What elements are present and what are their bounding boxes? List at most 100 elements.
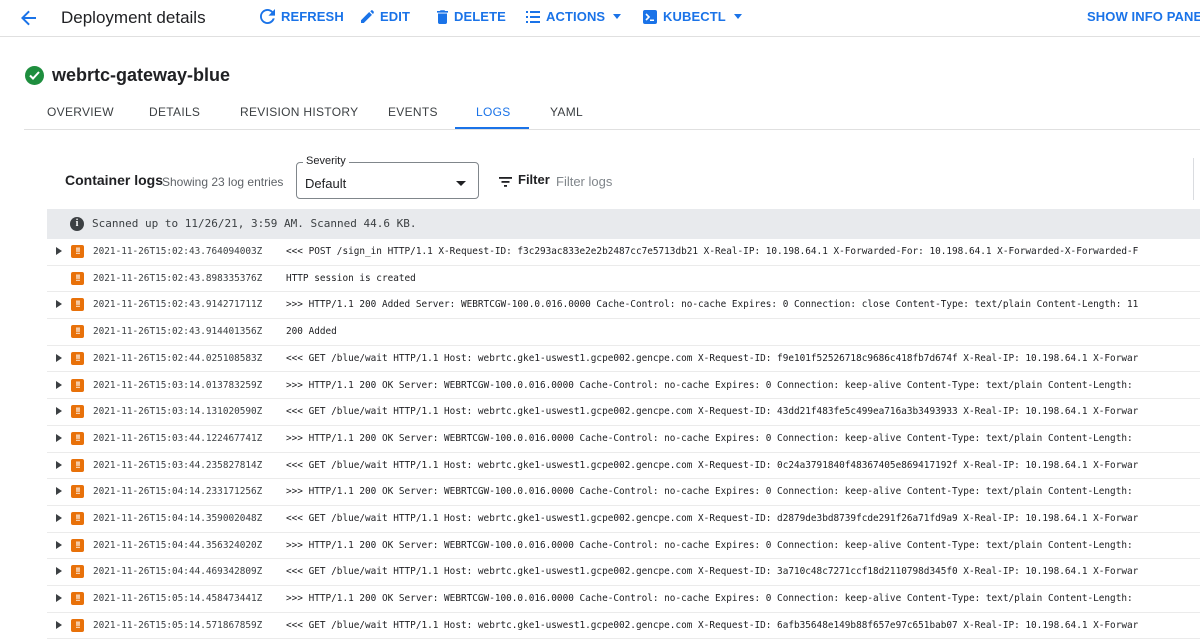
log-message: <<< GET /blue/wait HTTP/1.1 Host: webrtc…	[286, 459, 1139, 471]
expand-arrow-icon[interactable]	[56, 247, 62, 255]
delete-label: DELETE	[454, 9, 506, 24]
filter-label: Filter	[518, 172, 550, 187]
log-message: <<< GET /blue/wait HTTP/1.1 Host: webrtc…	[286, 513, 1139, 524]
edit-label: EDIT	[380, 9, 411, 24]
expand-arrow-icon[interactable]	[56, 407, 62, 416]
severity-warning-icon: !!	[71, 431, 84, 445]
tab-bar: OVERVIEW DETAILS REVISION HISTORY EVENTS…	[24, 97, 1200, 130]
log-message: HTTP session is created	[286, 272, 416, 284]
log-timestamp: 2021-11-26T15:02:43.914271711Z	[93, 299, 263, 311]
show-info-panel-label: SHOW INFO PANEL	[1087, 9, 1200, 24]
log-message: >>> HTTP/1.1 200 Added Server: WEBRTCGW-…	[286, 299, 1139, 311]
log-timestamp: 2021-11-26T15:05:14.571867859Z	[93, 619, 263, 631]
expand-arrow-icon[interactable]	[56, 514, 62, 522]
scan-info-banner: i Scanned up to 11/26/21, 3:59 AM. Scann…	[47, 209, 1200, 239]
refresh-button[interactable]: REFRESH	[260, 9, 344, 24]
log-timestamp: 2021-11-26T15:05:14.458473441Z	[93, 593, 263, 605]
expand-arrow-icon[interactable]	[56, 620, 62, 629]
kubectl-menu-button[interactable]: KUBECTL	[643, 9, 742, 24]
log-message: >>> HTTP/1.1 200 OK Server: WEBRTCGW-100…	[286, 486, 1133, 498]
log-message: >>> HTTP/1.1 200 OK Server: WEBRTCGW-100…	[286, 593, 1133, 605]
expand-arrow-icon[interactable]	[56, 380, 62, 389]
delete-button[interactable]: DELETE	[437, 9, 506, 24]
severity-warning-icon: !!	[71, 565, 84, 579]
expand-arrow-icon[interactable]	[56, 353, 62, 362]
log-timestamp: 2021-11-26T15:03:44.235827814Z	[93, 459, 263, 471]
severity-warning-icon: !!	[71, 485, 84, 499]
info-icon: i	[70, 217, 84, 231]
filter-logs-input[interactable]	[556, 172, 1176, 190]
tab-details[interactable]: DETAILS	[149, 105, 200, 119]
log-entry-count: Showing 23 log entries	[162, 175, 284, 189]
expand-arrow-icon[interactable]	[56, 460, 62, 469]
expand-arrow-icon[interactable]	[56, 594, 62, 603]
status-ok-icon	[25, 66, 44, 85]
list-icon	[526, 10, 540, 23]
severity-warning-icon: !!	[71, 271, 84, 285]
log-timestamp: 2021-11-26T15:03:14.131020590Z	[93, 406, 263, 418]
dropdown-arrow-icon	[456, 181, 466, 186]
log-message: <<< GET /blue/wait HTTP/1.1 Host: webrtc…	[286, 406, 1139, 418]
log-entry-row[interactable]: !! 2021-11-26T15:03:44.235827814Z <<< GET …	[47, 453, 1200, 480]
log-message: <<< GET /blue/wait HTTP/1.1 Host: webrtc…	[286, 352, 1139, 364]
log-entry-row[interactable]: !! 2021-11-26T15:05:14.571867859Z <<< GET …	[47, 613, 1200, 639]
kubectl-label: KUBECTL	[663, 9, 726, 24]
severity-warning-icon: !!	[71, 378, 84, 392]
severity-warning-icon: !!	[71, 512, 84, 525]
log-entry-row[interactable]: !! 2021-11-26T15:03:44.122467741Z >>> HTTP…	[47, 426, 1200, 453]
log-message: 200 Added	[286, 326, 337, 338]
log-timestamp: 2021-11-26T15:04:14.359002048Z	[93, 513, 263, 524]
tab-yaml[interactable]: YAML	[550, 105, 583, 119]
log-entry-row[interactable]: !! 2021-11-26T15:03:14.013783259Z >>> HTTP…	[47, 373, 1200, 400]
actions-menu-button[interactable]: ACTIONS	[526, 9, 622, 24]
log-message: <<< GET /blue/wait HTTP/1.1 Host: webrtc…	[286, 619, 1139, 631]
filter-icon	[499, 174, 512, 192]
severity-warning-icon: !!	[71, 351, 84, 365]
log-timestamp: 2021-11-26T15:04:44.356324020Z	[93, 539, 263, 551]
tab-revision-history[interactable]: REVISION HISTORY	[240, 105, 358, 119]
back-arrow-icon[interactable]	[18, 7, 40, 29]
log-entry-row[interactable]: !! 2021-11-26T15:04:44.356324020Z >>> HTTP…	[47, 533, 1200, 560]
log-entry-row[interactable]: !! 2021-11-26T15:04:44.469342809Z <<< GET …	[47, 559, 1200, 587]
log-timestamp: 2021-11-26T15:02:43.914401356Z	[93, 326, 263, 338]
resource-name: webrtc-gateway-blue	[52, 65, 231, 85]
terminal-icon	[643, 9, 657, 24]
tab-overview[interactable]: OVERVIEW	[47, 105, 114, 119]
log-entry-row[interactable]: !! 2021-11-26T15:03:14.131020590Z <<< GET …	[47, 399, 1200, 426]
severity-warning-icon: !!	[71, 298, 84, 312]
log-entry-row[interactable]: !! 2021-11-26T15:05:14.458473441Z >>> HTTP…	[47, 586, 1200, 613]
log-timestamp: 2021-11-26T15:03:44.122467741Z	[93, 432, 263, 444]
tab-events[interactable]: EVENTS	[388, 105, 438, 119]
log-message: <<< POST /sign_in HTTP/1.1 X-Request-ID:…	[286, 246, 1139, 257]
log-message: >>> HTTP/1.1 200 OK Server: WEBRTCGW-100…	[286, 432, 1133, 444]
page-title: Deployment details	[61, 8, 206, 27]
log-entry-row[interactable]: !! 2021-11-26T15:02:43.898335376Z HTTP ses…	[47, 266, 1200, 293]
refresh-label: REFRESH	[281, 9, 344, 24]
log-timestamp: 2021-11-26T15:04:44.469342809Z	[93, 566, 263, 578]
severity-label: Severity	[303, 155, 349, 167]
log-timestamp: 2021-11-26T15:02:43.898335376Z	[93, 272, 263, 284]
expand-arrow-icon[interactable]	[56, 433, 62, 442]
expand-arrow-icon[interactable]	[56, 300, 62, 309]
log-entry-row[interactable]: !! 2021-11-26T15:02:43.914271711Z >>> HTTP…	[47, 292, 1200, 320]
severity-warning-icon: !!	[71, 405, 84, 419]
tab-logs[interactable]: LOGS	[476, 105, 511, 119]
log-entry-row[interactable]: !! 2021-11-26T15:02:44.025108583Z <<< GET …	[47, 346, 1200, 373]
log-entry-row[interactable]: !! 2021-11-26T15:02:43.914401356Z 200 Adde…	[47, 319, 1200, 346]
expand-arrow-icon[interactable]	[56, 540, 62, 549]
log-timestamp: 2021-11-26T15:03:14.013783259Z	[93, 379, 263, 391]
severity-warning-icon: !!	[71, 592, 84, 606]
pencil-icon	[361, 10, 374, 23]
log-entry-row[interactable]: !! 2021-11-26T15:04:14.359002048Z <<< GET …	[47, 506, 1200, 533]
log-entry-row[interactable]: !! 2021-11-26T15:04:14.233171256Z >>> HTTP…	[47, 479, 1200, 506]
expand-arrow-icon[interactable]	[56, 567, 62, 576]
log-entry-row[interactable]: !! 2021-11-26T15:02:43.764094003Z <<< POST…	[47, 239, 1200, 266]
show-info-panel-button[interactable]: SHOW INFO PANEL	[1087, 9, 1200, 24]
expand-arrow-icon[interactable]	[56, 487, 62, 496]
severity-warning-icon: !!	[71, 458, 84, 472]
severity-warning-icon: !!	[71, 245, 84, 258]
container-logs-heading: Container logs	[65, 172, 164, 188]
edit-button[interactable]: EDIT	[361, 9, 410, 24]
log-message: >>> HTTP/1.1 200 OK Server: WEBRTCGW-100…	[286, 379, 1133, 391]
active-tab-indicator	[455, 127, 529, 129]
